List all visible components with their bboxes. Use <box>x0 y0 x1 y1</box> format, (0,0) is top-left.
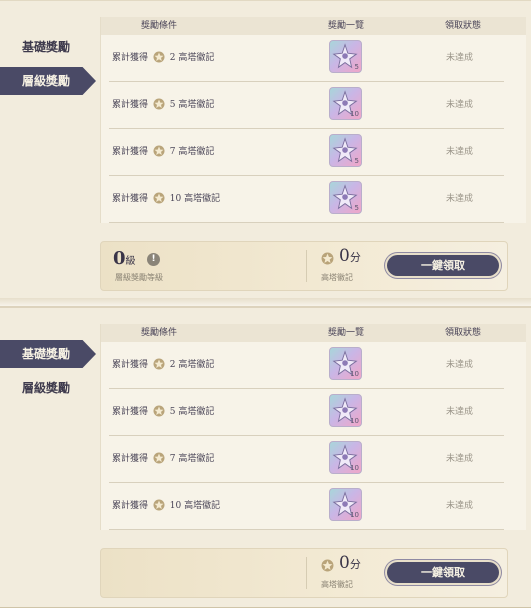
reward-quantity: 10 <box>350 417 359 425</box>
info-icon[interactable]: ! <box>147 253 160 266</box>
sidebar-item-label: 基礎獎勵 <box>22 40 71 54</box>
reward-condition: 累計獲得 2 高塔徽記 <box>112 342 214 388</box>
panel-separator <box>0 298 531 306</box>
claim-status: 未達成 <box>446 360 474 370</box>
tower-medal-icon <box>321 252 334 265</box>
tower-medal-icon <box>153 452 165 463</box>
reward-condition: 累計獲得 5 高塔徽記 <box>112 82 214 128</box>
reward-quantity: 5 <box>354 63 359 71</box>
tier-level-label: 層級獎勵等級 <box>115 273 163 282</box>
reward-table: 獎勵條件 獎勵一覽 領取狀態 累計獲得 2 高塔徽記 10 未達成 累計獲得 5 高塔… <box>100 324 526 530</box>
summary-bar: 0級 ! 層級獎勵等級 0分 高塔徽記 一鍵領取 <box>100 241 508 291</box>
sidebar-item-basic-rewards[interactable]: 基礎獎勵 <box>0 340 96 368</box>
claim-status: 未達成 <box>446 501 474 511</box>
reward-item[interactable]: 10 <box>329 394 362 427</box>
reward-item[interactable]: 5 <box>329 181 362 214</box>
reward-panel-tier: 基礎獎勵 層級獎勵 獎勵條件 獎勵一覽 領取狀態 累計獲得 2 高塔徽記 5 未達成… <box>0 0 531 300</box>
sidebar-item-tier-rewards[interactable]: 層級獎勵 <box>0 374 96 402</box>
claim-status: 未達成 <box>446 194 474 204</box>
reward-item[interactable]: 10 <box>329 441 362 474</box>
table-row: 累計獲得 5 高塔徽記 10 未達成 <box>109 82 504 129</box>
claim-all-button[interactable]: 一鍵領取 <box>387 562 499 583</box>
sidebar-item-label: 基礎獎勵 <box>22 347 71 361</box>
table-header: 獎勵條件 獎勵一覽 領取狀態 <box>101 324 526 342</box>
points-label: 高塔徽記 <box>321 273 353 282</box>
header-reward-list: 獎勵一覽 <box>328 21 365 31</box>
header-claim-status: 領取狀態 <box>445 328 482 338</box>
reward-quantity: 10 <box>350 464 359 472</box>
reward-item[interactable]: 10 <box>329 347 362 380</box>
reward-item[interactable]: 5 <box>329 134 362 167</box>
sidebar-item-tier-rewards[interactable]: 層級獎勵 <box>0 67 96 95</box>
points-label: 高塔徽記 <box>321 580 353 589</box>
table-header: 獎勵條件 獎勵一覽 領取狀態 <box>101 17 526 35</box>
reward-item[interactable]: 10 <box>329 488 362 521</box>
tower-medal-icon <box>153 145 165 156</box>
table-row: 累計獲得 10 高塔徽記 5 未達成 <box>109 176 504 223</box>
claim-status: 未達成 <box>446 407 474 417</box>
header-condition: 獎勵條件 <box>141 21 178 31</box>
reward-table: 獎勵條件 獎勵一覽 領取狀態 累計獲得 2 高塔徽記 5 未達成 累計獲得 5 高塔徽… <box>100 17 526 223</box>
reward-quantity: 5 <box>354 157 359 165</box>
points-value: 0分 <box>339 553 361 573</box>
table-row: 累計獲得 2 高塔徽記 10 未達成 <box>109 342 504 389</box>
claim-status: 未達成 <box>446 147 474 157</box>
table-row: 累計獲得 7 高塔徽記 5 未達成 <box>109 129 504 176</box>
tower-medal-icon <box>153 358 165 369</box>
tower-medal-icon <box>153 405 165 416</box>
reward-quantity: 10 <box>350 110 359 118</box>
divider <box>306 557 307 589</box>
header-claim-status: 領取狀態 <box>445 21 482 31</box>
reward-quantity: 5 <box>354 204 359 212</box>
sidebar-item-label: 層級獎勵 <box>22 381 71 395</box>
sidebar-item-label: 層級獎勵 <box>22 74 71 88</box>
tower-medal-icon <box>153 192 165 203</box>
tower-medal-icon <box>153 499 165 510</box>
table-row: 累計獲得 7 高塔徽記 10 未達成 <box>109 436 504 483</box>
tier-level-value: 0級 <box>113 248 136 269</box>
reward-quantity: 10 <box>350 511 359 519</box>
points-value: 0分 <box>339 246 361 266</box>
table-row: 累計獲得 2 高塔徽記 5 未達成 <box>109 35 504 82</box>
claim-status: 未達成 <box>446 100 474 110</box>
sidebar: 基礎獎勵 層級獎勵 <box>0 1 100 299</box>
claim-status: 未達成 <box>446 53 474 63</box>
summary-bar: 0分 高塔徽記 一鍵領取 <box>100 548 508 598</box>
table-row: 累計獲得 10 高塔徽記 10 未達成 <box>109 483 504 530</box>
reward-condition: 累計獲得 10 高塔徽記 <box>112 483 220 529</box>
reward-quantity: 10 <box>350 370 359 378</box>
reward-condition: 累計獲得 5 高塔徽記 <box>112 389 214 435</box>
claim-all-button[interactable]: 一鍵領取 <box>387 255 499 276</box>
divider <box>306 250 307 282</box>
reward-condition: 累計獲得 2 高塔徽記 <box>112 35 214 81</box>
reward-condition: 累計獲得 10 高塔徽記 <box>112 176 220 222</box>
reward-condition: 累計獲得 7 高塔徽記 <box>112 129 214 175</box>
reward-item[interactable]: 10 <box>329 87 362 120</box>
header-reward-list: 獎勵一覽 <box>328 328 365 338</box>
reward-panel-basic: 基礎獎勵 層級獎勵 獎勵條件 獎勵一覽 領取狀態 累計獲得 2 高塔徽記 10 未達… <box>0 306 531 608</box>
sidebar: 基礎獎勵 層級獎勵 <box>0 308 100 607</box>
tower-medal-icon <box>153 98 165 109</box>
header-condition: 獎勵條件 <box>141 328 178 338</box>
reward-condition: 累計獲得 7 高塔徽記 <box>112 436 214 482</box>
claim-status: 未達成 <box>446 454 474 464</box>
sidebar-item-basic-rewards[interactable]: 基礎獎勵 <box>0 33 96 61</box>
tower-medal-icon <box>321 559 334 572</box>
table-row: 累計獲得 5 高塔徽記 10 未達成 <box>109 389 504 436</box>
tower-medal-icon <box>153 51 165 62</box>
reward-item[interactable]: 5 <box>329 40 362 73</box>
